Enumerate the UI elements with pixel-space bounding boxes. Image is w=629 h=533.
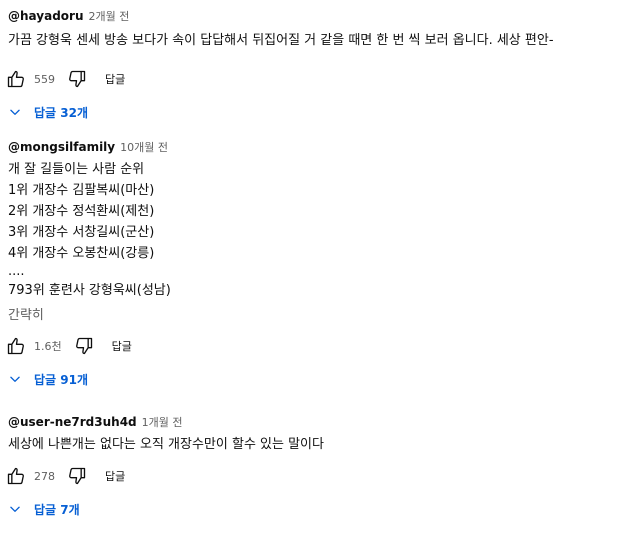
like-count: 1.6천	[34, 340, 62, 353]
comment-action-bar: 1.6천 답글	[4, 334, 629, 358]
comment-thread-2: @mongsilfamily 10개월 전 개 잘 길들이는 사람 순위 1위 …	[7, 139, 629, 390]
comment-text-line: ....	[8, 264, 25, 279]
reply-button[interactable]: 답글	[112, 338, 132, 354]
comment-text-line: 세상에 나쁜개는 없다는 오직 개장수만이 할수 있는 말이다	[8, 437, 324, 452]
thumbs-down-icon[interactable]	[72, 334, 96, 358]
comment-text-line: 4위 개장수 오봉찬씨(강릉)	[8, 246, 155, 261]
thumbs-down-icon[interactable]	[65, 464, 89, 488]
view-replies-label: 답글 32개	[34, 105, 88, 120]
comment-body: 개 잘 길들이는 사람 순위 1위 개장수 김팔복씨(마산) 2위 개장수 정석…	[8, 159, 629, 326]
comment-text-line: 1위 개장수 김팔복씨(마산)	[8, 183, 155, 198]
reply-button[interactable]: 답글	[105, 71, 125, 87]
view-replies-label: 답글 7개	[34, 502, 80, 517]
comment-text-line: 가끔 강형욱 센세 방송 보다가 속이 답답해서 뒤집어질 거 같을 때면 한 …	[8, 33, 554, 48]
comment-text-line: 2위 개장수 정석환씨(제천)	[8, 204, 155, 219]
comment-time[interactable]: 2개월 전	[89, 8, 130, 24]
comment-text-line: 개 잘 길들이는 사람 순위	[8, 162, 145, 177]
chevron-down-icon	[10, 506, 20, 512]
comment-text-line: 793위 훈련사 강형욱씨(성남)	[8, 283, 171, 298]
comment-time[interactable]: 10개월 전	[120, 139, 168, 155]
comment-author[interactable]: @mongsilfamily	[8, 140, 115, 154]
thumbs-up-icon[interactable]	[4, 67, 28, 91]
chevron-down-icon	[10, 376, 20, 382]
comment-body: 가끔 강형욱 센세 방송 보다가 속이 답답해서 뒤집어질 거 같을 때면 한 …	[8, 30, 629, 51]
chevron-down-icon	[10, 109, 20, 115]
comment-thread-3: @user-ne7rd3uh4d 1개월 전 세상에 나쁜개는 없다는 오직 개…	[7, 414, 629, 520]
thumbs-up-icon[interactable]	[4, 334, 28, 358]
view-replies-button[interactable]: 답글 91개	[8, 368, 88, 390]
thumbs-up-icon[interactable]	[4, 464, 28, 488]
like-count: 559	[34, 72, 55, 86]
comment-header: @hayadoru 2개월 전	[8, 8, 629, 26]
comment-header: @mongsilfamily 10개월 전	[8, 139, 629, 157]
comment-thread-1: @hayadoru 2개월 전 가끔 강형욱 센세 방송 보다가 속이 답답해서…	[7, 8, 629, 123]
reply-button[interactable]: 답글	[105, 468, 125, 484]
like-count: 278	[34, 469, 55, 483]
comment-author[interactable]: @user-ne7rd3uh4d	[8, 415, 137, 429]
comment-text-line: 3위 개장수 서창길씨(군산)	[8, 225, 155, 240]
show-less-button[interactable]: 간략히	[8, 305, 629, 326]
comment-header: @user-ne7rd3uh4d 1개월 전	[8, 414, 629, 432]
comment-body: 세상에 나쁜개는 없다는 오직 개장수만이 할수 있는 말이다	[8, 434, 629, 455]
comment-action-bar: 278 답글	[4, 464, 629, 488]
view-replies-label: 답글 91개	[34, 372, 88, 387]
view-replies-button[interactable]: 답글 32개	[8, 101, 88, 123]
view-replies-button[interactable]: 답글 7개	[8, 498, 80, 520]
comment-author[interactable]: @hayadoru	[8, 9, 84, 23]
thumbs-down-icon[interactable]	[65, 67, 89, 91]
comment-time[interactable]: 1개월 전	[142, 414, 183, 430]
comment-action-bar: 559 답글	[4, 67, 629, 91]
